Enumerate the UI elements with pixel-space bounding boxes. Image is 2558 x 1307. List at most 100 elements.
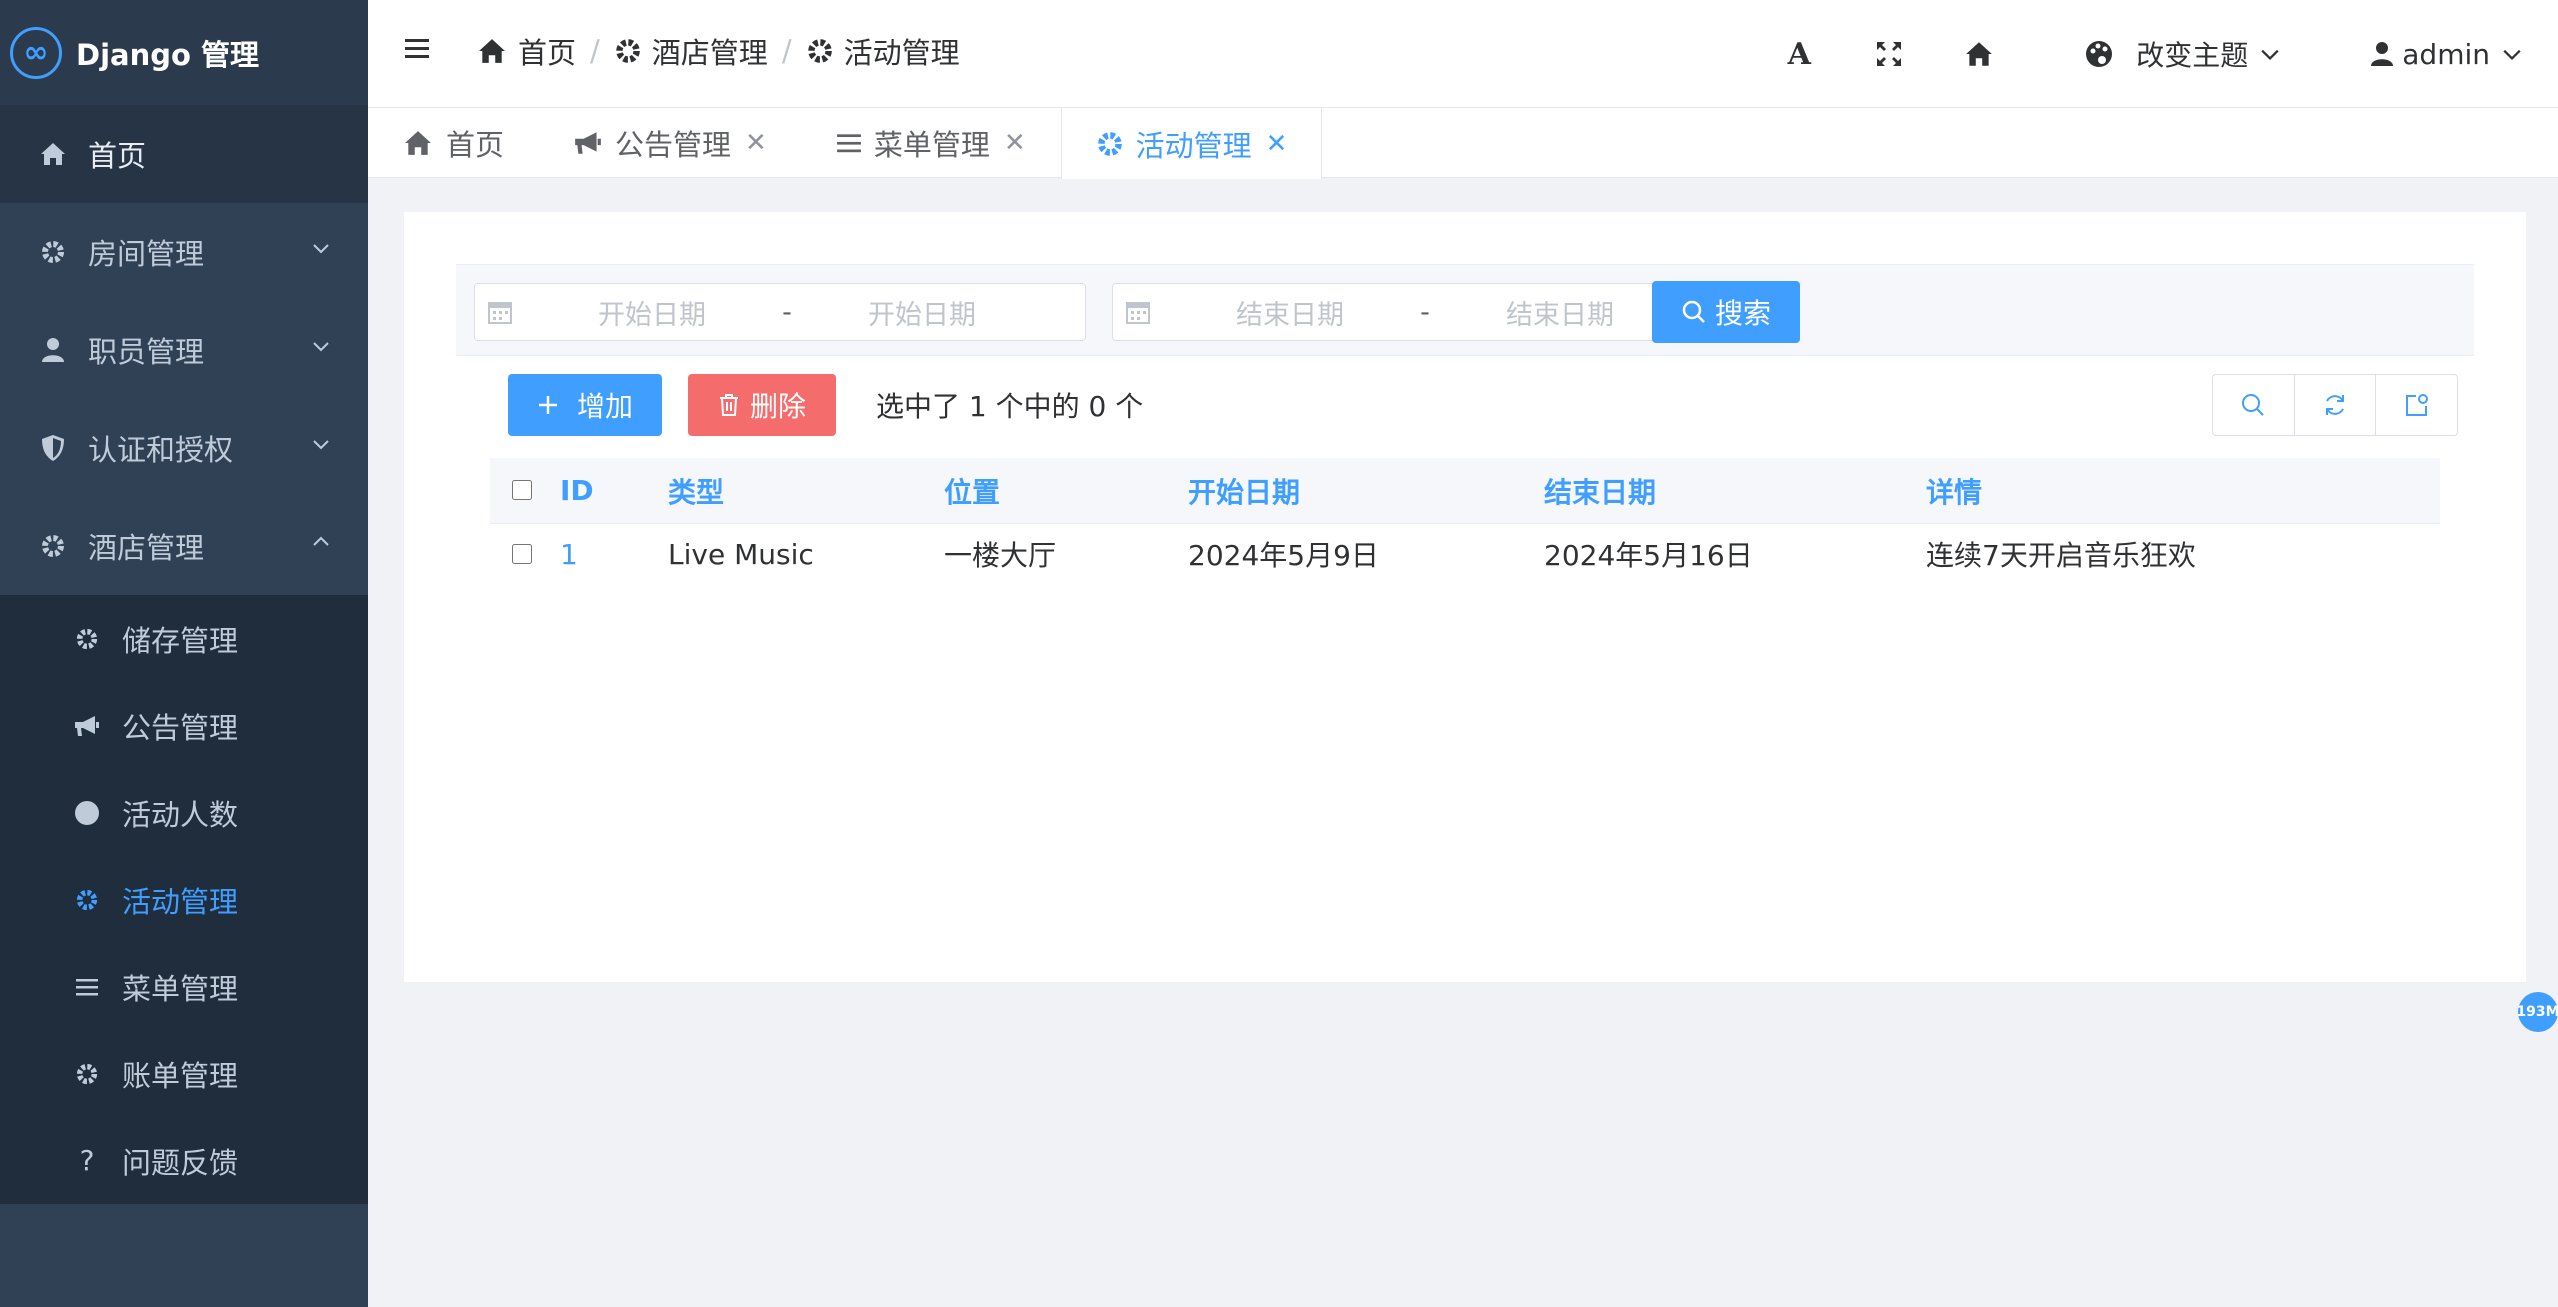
breadcrumb-label: 首页: [518, 36, 577, 70]
column-header-location[interactable]: 位置: [944, 471, 1188, 511]
tab-label: 首页: [446, 128, 505, 162]
breadcrumb: 首页 / 酒店管理 / 活动管理: [476, 30, 960, 72]
sidebar-item-bills[interactable]: 账单管理: [0, 1030, 368, 1117]
home-icon[interactable]: [1964, 39, 1994, 69]
home-icon: [479, 39, 505, 63]
chevron-down-icon: [313, 244, 329, 254]
gear-icon: [72, 1062, 102, 1086]
search-button[interactable]: 搜索: [1652, 281, 1800, 343]
sidebar-item-event-count[interactable]: 活动人数: [0, 769, 368, 856]
sidebar-item-auth[interactable]: 认证和授权: [0, 399, 368, 497]
sidebar-item-menu[interactable]: 菜单管理: [0, 943, 368, 1030]
tab-bar: 首页 公告管理 ✕ 菜单管理 ✕ 活动管理 ✕: [368, 108, 2558, 179]
toggle-search-button[interactable]: [2213, 375, 2295, 435]
gear-icon: [36, 533, 70, 559]
chevron-down-icon: [313, 342, 329, 352]
breadcrumb-label: 活动管理: [843, 36, 960, 70]
row-location: 一楼大厅: [944, 539, 1057, 572]
sidebar-item-label: 活动人数: [122, 797, 239, 832]
table-toolbar: 增加 删除 选中了 1 个中的 0 个: [508, 374, 1143, 436]
refresh-icon: [2326, 395, 2344, 415]
end-date-to-input[interactable]: 结束日期: [1445, 293, 1675, 332]
content-card: 开始日期 - 开始日期 结束日期 - 结束日期 搜索 增加 删除 选中了 1 个…: [404, 212, 2526, 982]
font-size-icon[interactable]: A: [1784, 37, 1814, 72]
sidebar-item-storage[interactable]: 储存管理: [0, 595, 368, 682]
sidebar-item-feedback[interactable]: ? 问题反馈: [0, 1117, 368, 1204]
breadcrumb-separator: /: [781, 34, 792, 68]
list-icon: [836, 134, 861, 153]
theme-dropdown[interactable]: 改变主题: [2084, 34, 2280, 74]
circle-icon: [72, 800, 102, 826]
delete-label: 删除: [749, 390, 806, 423]
sidebar-item-label: 公告管理: [122, 710, 239, 745]
tab-announcements[interactable]: 公告管理 ✕: [539, 108, 802, 178]
table-tools: [2212, 374, 2458, 436]
add-button[interactable]: 增加: [508, 374, 662, 436]
sidebar-item-label: 认证和授权: [88, 433, 234, 467]
tab-home[interactable]: 首页: [368, 108, 539, 178]
sidebar-item-staff[interactable]: 职员管理: [0, 301, 368, 399]
row-detail: 连续7天开启音乐狂欢: [1926, 539, 2196, 572]
sidebar-item-events[interactable]: 活动管理: [0, 856, 368, 943]
chevron-down-icon: [2261, 49, 2279, 61]
calendar-icon: [1126, 302, 1150, 324]
close-icon[interactable]: ✕: [1004, 128, 1026, 158]
gear-icon: [1097, 131, 1122, 156]
delete-button[interactable]: 删除: [688, 374, 836, 436]
refresh-button[interactable]: [2295, 375, 2377, 435]
gear-icon: [72, 888, 102, 912]
start-date-to-input[interactable]: 开始日期: [807, 293, 1037, 332]
table-header: ID 类型 位置 开始日期 结束日期 详情: [490, 458, 2440, 524]
select-all-checkbox[interactable]: [512, 480, 532, 500]
hamburger-icon[interactable]: [404, 36, 430, 60]
close-icon[interactable]: ✕: [1266, 129, 1288, 159]
filter-bar: 开始日期 - 开始日期 结束日期 - 结束日期 搜索: [456, 264, 2474, 356]
fullscreen-icon[interactable]: [1874, 39, 1904, 69]
chevron-down-icon: [2503, 49, 2521, 61]
sidebar-item-label: 问题反馈: [122, 1145, 239, 1180]
brand[interactable]: ∞ Django 管理: [0, 0, 368, 105]
row-start-date: 2024年5月9日: [1188, 539, 1379, 572]
sidebar: ∞ Django 管理 首页 房间管理 职员管理 认证和授权 酒店管理 储存管理…: [0, 0, 368, 1307]
start-date-from-input[interactable]: 开始日期: [537, 293, 767, 332]
sidebar-item-rooms[interactable]: 房间管理: [0, 203, 368, 301]
row-select-cell: [490, 538, 560, 571]
memory-usage-badge[interactable]: 193M: [2516, 992, 2558, 1032]
column-header-detail[interactable]: 详情: [1926, 471, 2440, 511]
sidebar-item-label: 账单管理: [122, 1058, 239, 1093]
tab-label: 公告管理: [615, 128, 732, 162]
close-icon[interactable]: ✕: [745, 128, 767, 158]
breadcrumb-hotel[interactable]: 酒店管理: [614, 30, 768, 72]
row-id-link[interactable]: 1: [560, 538, 668, 571]
tab-menu[interactable]: 菜单管理 ✕: [802, 108, 1061, 178]
sidebar-item-home[interactable]: 首页: [0, 105, 368, 203]
breadcrumb-separator: /: [590, 34, 600, 68]
breadcrumb-home[interactable]: 首页: [476, 30, 576, 72]
column-header-start-date[interactable]: 开始日期: [1188, 471, 1544, 511]
start-date-range[interactable]: 开始日期 - 开始日期: [474, 283, 1086, 341]
sidebar-item-label: 菜单管理: [122, 971, 239, 1006]
export-button[interactable]: [2376, 375, 2457, 435]
breadcrumb-label: 酒店管理: [651, 36, 768, 70]
palette-icon: [2086, 41, 2113, 67]
column-header-id[interactable]: ID: [560, 474, 668, 507]
tab-label: 菜单管理: [873, 128, 990, 162]
row-checkbox[interactable]: [512, 543, 532, 564]
bullhorn-icon: [72, 714, 102, 738]
tab-events[interactable]: 活动管理 ✕: [1060, 108, 1323, 179]
range-separator: -: [782, 296, 792, 328]
end-date-range[interactable]: 结束日期 - 结束日期: [1112, 283, 1724, 341]
sidebar-item-announcements[interactable]: 公告管理: [0, 682, 368, 769]
row-end-date: 2024年5月16日: [1544, 539, 1753, 572]
brand-title: Django 管理: [76, 37, 260, 72]
end-date-from-input[interactable]: 结束日期: [1175, 293, 1405, 332]
user-dropdown[interactable]: admin: [2370, 38, 2522, 71]
select-all-cell: [490, 474, 560, 507]
column-header-type[interactable]: 类型: [668, 471, 944, 511]
calendar-icon: [488, 302, 512, 324]
user-icon: [2371, 42, 2394, 66]
sidebar-item-hotel[interactable]: 酒店管理: [0, 497, 368, 595]
user-icon: [36, 337, 70, 363]
column-header-end-date[interactable]: 结束日期: [1544, 471, 1926, 511]
home-icon: [405, 131, 431, 155]
